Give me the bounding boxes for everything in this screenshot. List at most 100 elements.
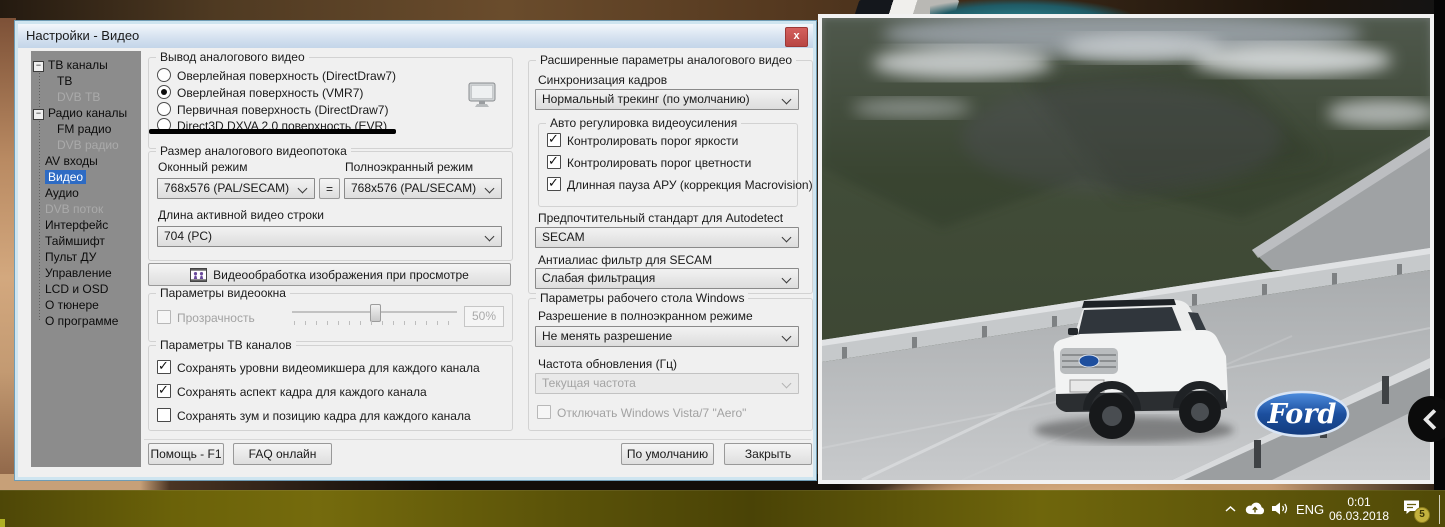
tray-expand-icon[interactable]: [1224, 505, 1237, 513]
video-processing-button[interactable]: Видеообработка изображения при просмотре: [148, 263, 511, 286]
antialias-select[interactable]: Слабая фильтрация: [535, 268, 799, 289]
group-desktop-params-title: Параметры рабочего стола Windows: [536, 291, 748, 305]
speaker-icon[interactable]: [1271, 501, 1290, 516]
frame-sync-select[interactable]: Нормальный трекинг (по умолчанию): [535, 89, 799, 110]
sidebar-item-audio[interactable]: Аудио: [31, 185, 141, 201]
close-icon: x: [793, 30, 799, 42]
keep-aspect-checkbox[interactable]: Сохранять аспект кадра для каждого канал…: [157, 384, 427, 399]
radio-overlay-vmr7[interactable]: Оверлейная поверхность (VMR7): [157, 85, 363, 100]
checkbox-icon: [157, 310, 171, 324]
sidebar-item-lcd-osd[interactable]: LCD и OSD: [31, 281, 141, 297]
equals-button[interactable]: =: [319, 178, 340, 199]
checkbox-icon: [547, 133, 561, 147]
sidebar-item-video[interactable]: Видео: [31, 169, 141, 185]
window-mode-select[interactable]: 768x576 (PAL/SECAM): [157, 178, 315, 199]
sidebar-item-fm-radio[interactable]: FM радио: [31, 121, 141, 137]
collapse-icon[interactable]: −: [33, 109, 44, 120]
close-window-button[interactable]: x: [785, 27, 808, 47]
settings-tree: −ТВ каналы ТВ DVB ТВ −Радио каналы FM ра…: [31, 51, 141, 467]
title-bar[interactable]: Настройки - Видео: [18, 24, 813, 48]
fullscreen-mode-select[interactable]: 768x576 (PAL/SECAM): [344, 178, 502, 199]
strikeout-line: [149, 129, 396, 134]
slider-ticks: [294, 321, 455, 325]
group-advanced-title: Расширенные параметры аналогового видео: [536, 53, 796, 67]
collapse-icon[interactable]: −: [33, 61, 44, 72]
chevron-down-icon: [782, 379, 792, 389]
onedrive-cloud-icon[interactable]: [1244, 501, 1266, 516]
keep-mixer-levels-checkbox[interactable]: Сохранять уровни видеомикшера для каждог…: [157, 360, 480, 375]
frame-sync-label: Синхронизация кадров: [538, 73, 667, 87]
notification-icon[interactable]: 5: [1402, 499, 1424, 519]
slider-thumb[interactable]: [370, 304, 381, 322]
radio-icon: [157, 85, 171, 99]
group-stream-size-title: Размер аналогового видеопотока: [156, 144, 351, 158]
sidebar-item-timeshift[interactable]: Таймшифт: [31, 233, 141, 249]
screen: Настройки - Видео x −ТВ каналы ТВ DVB ТВ…: [0, 0, 1445, 527]
footer-separator: [144, 439, 811, 440]
line-length-select[interactable]: 704 (PC): [157, 226, 502, 247]
language-indicator[interactable]: ENG: [1296, 502, 1324, 517]
group-video-output: Вывод аналогового видео Оверлейная повер…: [148, 57, 513, 149]
checkbox-icon: [157, 360, 171, 374]
transparency-slider[interactable]: [292, 304, 457, 326]
chevron-down-icon: [782, 233, 792, 243]
group-desktop-params: Параметры рабочего стола Windows Разреше…: [528, 298, 813, 431]
transparency-checkbox[interactable]: Прозрачность: [157, 310, 255, 325]
sidebar-item-about-program[interactable]: О программе: [31, 313, 141, 329]
group-tv-params: Параметры ТВ каналов Сохранять уровни ви…: [148, 345, 513, 431]
agc-brightness-checkbox[interactable]: Контролировать порог яркости: [547, 133, 738, 148]
clock-date: 06.03.2018: [1326, 509, 1392, 523]
group-tv-params-title: Параметры ТВ каналов: [156, 338, 296, 352]
sidebar-item-tv-channels[interactable]: −ТВ каналы: [31, 57, 141, 73]
group-stream-size: Размер аналогового видеопотока Оконный р…: [148, 151, 513, 261]
svg-text:Ford: Ford: [1267, 399, 1337, 430]
taskbar: ENG 0:01 06.03.2018 5: [0, 490, 1445, 527]
group-agc: Авто регулировка видеоусиления Контролир…: [538, 123, 798, 207]
defaults-button[interactable]: По умолчанию: [621, 443, 714, 465]
monitor-icon: [467, 81, 497, 109]
antialias-label: Антиалиас фильтр для SECAM: [538, 253, 712, 267]
sidebar-item-control[interactable]: Управление: [31, 265, 141, 281]
group-video-output-title: Вывод аналогового видео: [156, 50, 309, 64]
fullscreen-mode-label: Полноэкранный режим: [345, 160, 473, 174]
sidebar-item-radio-channels[interactable]: −Радио каналы: [31, 105, 141, 121]
checkbox-icon: [157, 384, 171, 398]
video-scene: Ford: [822, 18, 1430, 480]
refresh-rate-label: Частота обновления (Гц): [538, 357, 677, 371]
chevron-left-icon: [1423, 409, 1444, 430]
close-dialog-button[interactable]: Закрыть: [724, 443, 812, 465]
keep-zoom-checkbox[interactable]: Сохранять зум и позицию кадра для каждог…: [157, 408, 471, 423]
chevron-down-icon: [782, 95, 792, 105]
chevron-down-icon: [782, 332, 792, 342]
show-desktop-divider[interactable]: [1439, 495, 1440, 524]
settings-dialog: Настройки - Видео x −ТВ каналы ТВ DVB ТВ…: [14, 20, 817, 481]
group-video-window-title: Параметры видеоокна: [156, 286, 290, 300]
checkbox-icon: [537, 405, 551, 419]
sidebar-item-dvb-radio: DVB радио: [31, 137, 141, 153]
radio-overlay-directdraw7[interactable]: Оверлейная поверхность (DirectDraw7): [157, 68, 396, 83]
disable-aero-checkbox: Отключать Windows Vista/7 "Aero": [537, 405, 746, 420]
checkbox-icon: [547, 155, 561, 169]
clock[interactable]: 0:01 06.03.2018: [1326, 495, 1392, 523]
sidebar-item-interface[interactable]: Интерфейс: [31, 217, 141, 233]
sidebar-item-about-tuner[interactable]: О тюнере: [31, 297, 141, 313]
film-icon: [190, 268, 207, 282]
agc-chroma-checkbox[interactable]: Контролировать порог цветности: [547, 155, 751, 170]
video-player-window[interactable]: Ford: [818, 14, 1434, 484]
faq-button[interactable]: FAQ онлайн: [233, 443, 332, 465]
sidebar-item-remote[interactable]: Пульт ДУ: [31, 249, 141, 265]
standard-label: Предпочтительный стандарт для Autodetect: [538, 211, 783, 225]
standard-select[interactable]: SECAM: [535, 227, 799, 248]
resolution-label: Разрешение в полноэкранном режиме: [538, 309, 753, 323]
corner-accent: [0, 519, 5, 527]
agc-long-pause-checkbox[interactable]: Длинная пауза АРУ (коррекция Macrovision…: [547, 177, 813, 192]
sidebar-item-tv[interactable]: ТВ: [31, 73, 141, 89]
radio-primary-directdraw7[interactable]: Первичная поверхность (DirectDraw7): [157, 102, 388, 117]
sidebar-item-av-inputs[interactable]: AV входы: [31, 153, 141, 169]
resolution-select[interactable]: Не менять разрешение: [535, 326, 799, 347]
sidebar-item-dvb-stream: DVB поток: [31, 201, 141, 217]
help-button[interactable]: Помощь - F1: [148, 443, 224, 465]
transparency-value: 50%: [464, 306, 504, 327]
refresh-rate-select: Текущая частота: [535, 373, 799, 394]
chevron-down-icon: [298, 184, 308, 194]
